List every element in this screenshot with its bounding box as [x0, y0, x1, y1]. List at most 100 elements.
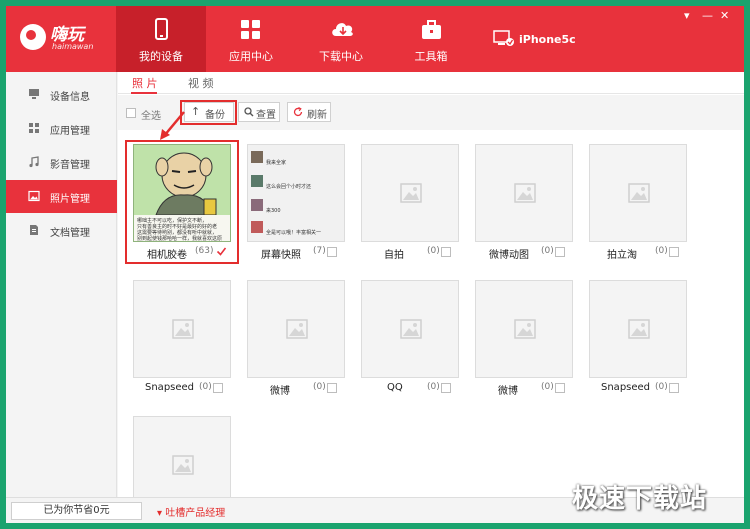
album-checkbox[interactable]: [327, 247, 337, 257]
album-count: (0): [655, 382, 668, 392]
nav-download-center[interactable]: 下载中心: [296, 6, 386, 72]
album-snapseed[interactable]: Snapseed (0): [133, 280, 231, 397]
placeholder-image-icon: [286, 319, 308, 339]
main-panel: 照 片 视 频 全选 ↑ 备份 查置 刷新 哪咄主不可以吃，保护文不断， 只有善…: [118, 72, 744, 514]
album-checkbox[interactable]: [555, 383, 565, 393]
placeholder-image-icon: [514, 183, 536, 203]
album-name: Snapseed: [601, 382, 651, 393]
top-bar: 嗨玩 haimawan 我的设备 应用中心 下载中心 工具箱 iPhone5c …: [6, 6, 744, 72]
album-name: Snapseed: [145, 382, 195, 393]
album-thumbnail: [133, 280, 231, 378]
nav-label: 应用中心: [229, 50, 273, 63]
nav-app-center[interactable]: 应用中心: [206, 6, 296, 72]
tab-videos[interactable]: 视 频: [188, 75, 214, 91]
sidebar-item-photo-manage[interactable]: 照片管理: [6, 180, 117, 213]
album-count: (0): [655, 246, 668, 256]
logo-subtitle: haimawan: [52, 42, 94, 51]
sidebar-item-label: 照片管理: [50, 194, 90, 205]
watermark: 极速下载站: [572, 484, 708, 514]
album-name: 拍立淘: [607, 250, 637, 261]
sidebar: 设备信息 应用管理 影音管理 照片管理 文档管理: [6, 72, 117, 497]
album-count: (7): [313, 246, 326, 256]
album-thumbnail: [589, 144, 687, 242]
album-thumbnail: [589, 280, 687, 378]
album-name: 自拍: [384, 250, 404, 261]
album-checkbox[interactable]: [213, 383, 223, 393]
album-weibo[interactable]: 微博 (0): [247, 280, 345, 397]
feedback-link[interactable]: ▾ 吐槽产品经理: [157, 504, 225, 519]
album-checkbox[interactable]: [441, 247, 451, 257]
album-pailitao[interactable]: 拍立淘 (0): [589, 144, 687, 261]
camera-roll-highlight-box: [125, 140, 239, 264]
album-checkbox[interactable]: [441, 383, 451, 393]
placeholder-image-icon: [172, 455, 194, 475]
sidebar-item-label: 影音管理: [50, 160, 90, 171]
album-weibo-gif[interactable]: 微博动图 (0): [475, 144, 573, 261]
album-weibo-2[interactable]: 微博 (0): [475, 280, 573, 397]
album-count: (0): [427, 382, 440, 392]
nav-my-device[interactable]: 我的设备: [116, 6, 206, 72]
sidebar-item-device-info[interactable]: 设备信息: [6, 78, 117, 111]
placeholder-image-icon: [172, 319, 194, 339]
toolbox-icon: [422, 20, 441, 39]
annotation-arrow-icon: [160, 111, 185, 140]
toolbar: 全选 ↑ 备份 查置 刷新: [118, 95, 744, 130]
apps-icon: [29, 123, 39, 133]
album-count: (0): [541, 382, 554, 392]
album-snapseed-2[interactable]: Snapseed (0): [589, 280, 687, 397]
view-label: 查置: [256, 110, 276, 121]
minimize-icon[interactable]: —: [702, 9, 713, 22]
album-thumbnail: [475, 144, 573, 242]
placeholder-image-icon: [514, 319, 536, 339]
album-checkbox[interactable]: [327, 383, 337, 393]
nav-toolbox[interactable]: 工具箱: [386, 6, 476, 72]
sidebar-item-label: 设备信息: [50, 92, 90, 103]
album-screenshots[interactable]: 我来全家 这么会回个小时才还 来300 全是可以哦！丰富相关一 屏幕快照 (7): [247, 144, 345, 261]
sidebar-item-label: 文档管理: [50, 228, 90, 239]
album-name: QQ: [387, 382, 403, 393]
search-icon: [244, 107, 254, 117]
album-name: 屏幕快照: [261, 250, 301, 261]
select-all-checkbox[interactable]: [126, 108, 136, 118]
nav-label: 下载中心: [319, 50, 363, 63]
app-window: 嗨玩 haimawan 我的设备 应用中心 下载中心 工具箱 iPhone5c …: [6, 6, 744, 523]
tab-underline: [131, 92, 157, 94]
refresh-icon: [293, 107, 303, 117]
logo-mark: [20, 24, 46, 50]
apps-grid-icon: [241, 20, 260, 39]
placeholder-image-icon: [400, 319, 422, 339]
close-icon[interactable]: ✕: [720, 9, 729, 22]
computer-phone-icon: [493, 30, 514, 46]
media-tabs: 照 片 视 频: [118, 72, 744, 94]
refresh-button[interactable]: 刷新: [287, 102, 331, 122]
music-note-icon: [29, 156, 39, 168]
album-count: (0): [199, 382, 212, 392]
menu-icon[interactable]: ▾: [684, 9, 690, 22]
placeholder-image-icon: [400, 183, 422, 203]
sidebar-item-media-manage[interactable]: 影音管理: [6, 146, 117, 179]
nav-label: 我的设备: [139, 50, 183, 63]
album-qq[interactable]: QQ (0): [361, 280, 459, 397]
view-button[interactable]: 查置: [238, 102, 280, 122]
chat-screenshot-preview: 我来全家 这么会回个小时才还 来300 全是可以哦！丰富相关一: [248, 145, 344, 241]
album-checkbox[interactable]: [669, 383, 679, 393]
sidebar-item-app-manage[interactable]: 应用管理: [6, 112, 117, 145]
tab-photos[interactable]: 照 片: [132, 75, 158, 91]
placeholder-image-icon: [628, 183, 650, 203]
album-checkbox[interactable]: [669, 247, 679, 257]
device-name: iPhone5c: [519, 33, 576, 46]
album-name: 微博: [498, 386, 518, 397]
album-count: (0): [313, 382, 326, 392]
sidebar-item-doc-manage[interactable]: 文档管理: [6, 214, 117, 247]
album-count: (0): [541, 246, 554, 256]
album-checkbox[interactable]: [555, 247, 565, 257]
image-icon: [28, 190, 40, 202]
speech-bubble-icon: ▾: [157, 508, 166, 519]
album-name: 微博: [270, 386, 290, 397]
document-icon: [30, 225, 38, 235]
phone-icon: [155, 18, 168, 40]
logo: 嗨玩 haimawan: [20, 20, 116, 60]
cloud-download-icon: [332, 23, 353, 36]
album-selfie[interactable]: 自拍 (0): [361, 144, 459, 261]
backup-highlight-box: [180, 100, 237, 125]
